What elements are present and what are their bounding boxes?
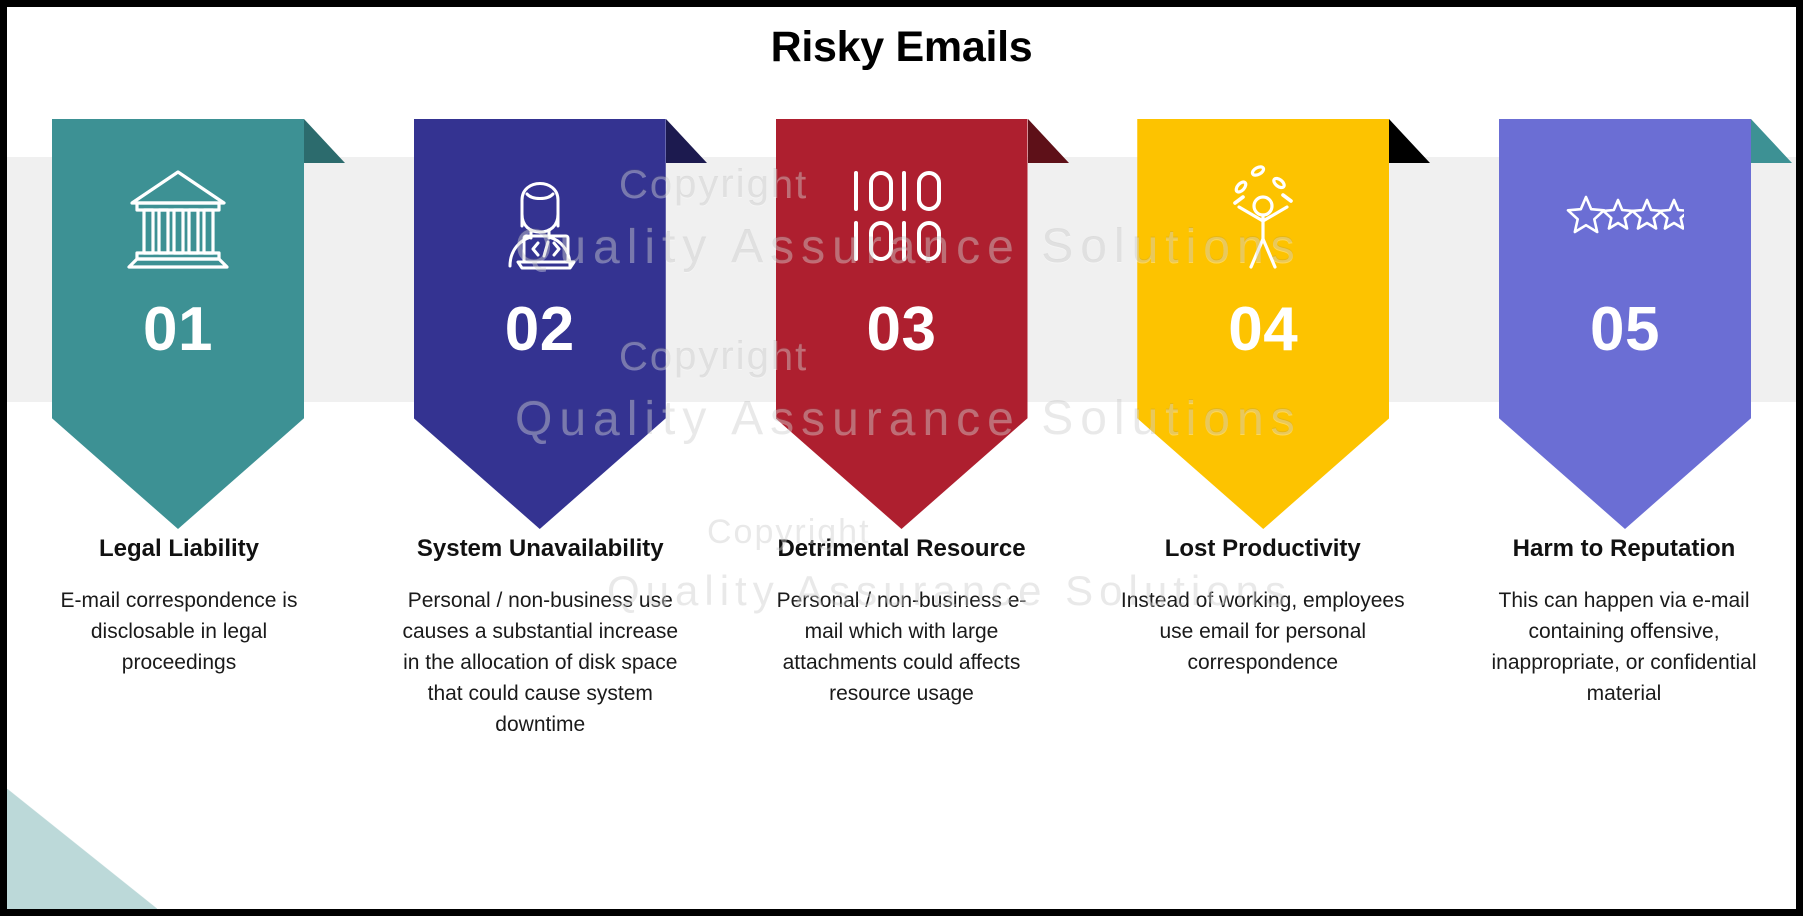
ribbon-shape-04: 04 [1137, 119, 1390, 529]
card-fold-04 [1389, 119, 1431, 163]
card-03[interactable]: 03 [775, 119, 1069, 529]
description-col-03: Detrimental Resource Personal / non-busi… [758, 535, 1046, 740]
description-col-02: System Unavailability Personal / non-bus… [396, 535, 684, 740]
card-body-05: This can happen via e-mail containing of… [1491, 589, 1757, 706]
card-fold-05 [1751, 119, 1792, 163]
card-body-01: E-mail correspondence is disclosable in … [60, 589, 298, 675]
card-heading-01: Legal Liability [98, 535, 260, 562]
ribbon-shape-05: 05 [1499, 119, 1751, 529]
star-rating-icon [1565, 157, 1685, 277]
card-01[interactable]: 01 [52, 119, 345, 529]
slide-canvas: Risky Emails 01 02 03 04 05 Legal Liabil… [0, 0, 1803, 916]
card-number-02: 02 [504, 295, 575, 364]
ribbon-shape-02: 02 [413, 119, 666, 529]
card-body-02: Personal / non-business use causes a sub… [402, 589, 679, 737]
woman-developer-laptop-icon [480, 157, 600, 277]
card-heading-03: Detrimental Resource [777, 535, 1026, 562]
page-title: Risky Emails [770, 23, 1033, 71]
ribbon-shape-03: 03 [775, 119, 1028, 529]
description-row: Legal Liability E-mail correspondence is… [7, 535, 1796, 740]
binary-code-icon [842, 157, 962, 277]
description-col-04: Lost Productivity Instead of working, em… [1119, 535, 1407, 740]
card-number-03: 03 [866, 295, 937, 364]
ribbon-card-row: 01 02 03 04 05 [7, 119, 1796, 529]
card-05[interactable]: 05 [1499, 119, 1792, 529]
card-fold-02 [665, 119, 707, 163]
card-number-01: 01 [143, 295, 213, 364]
card-fold-03 [1027, 119, 1069, 163]
card-heading-02: System Unavailability [416, 535, 664, 562]
corner-decoration-triangle [7, 789, 157, 909]
description-col-05: Harm to Reputation This can happen via e… [1480, 535, 1768, 740]
card-number-05: 05 [1590, 295, 1660, 364]
juggling-person-icon [1203, 157, 1323, 277]
card-fold-01 [304, 119, 345, 163]
card-04[interactable]: 04 [1137, 119, 1431, 529]
card-body-04: Instead of working, employees use email … [1120, 589, 1405, 675]
description-col-01: Legal Liability E-mail correspondence is… [35, 535, 323, 740]
card-body-03: Personal / non-business e-mail which wit… [776, 589, 1027, 706]
card-heading-04: Lost Productivity [1164, 535, 1361, 562]
card-02[interactable]: 02 [413, 119, 707, 529]
bank-building-icon [118, 157, 238, 277]
card-number-04: 04 [1228, 295, 1299, 364]
ribbon-shape-01: 01 [52, 119, 304, 529]
card-heading-05: Harm to Reputation [1512, 535, 1736, 562]
